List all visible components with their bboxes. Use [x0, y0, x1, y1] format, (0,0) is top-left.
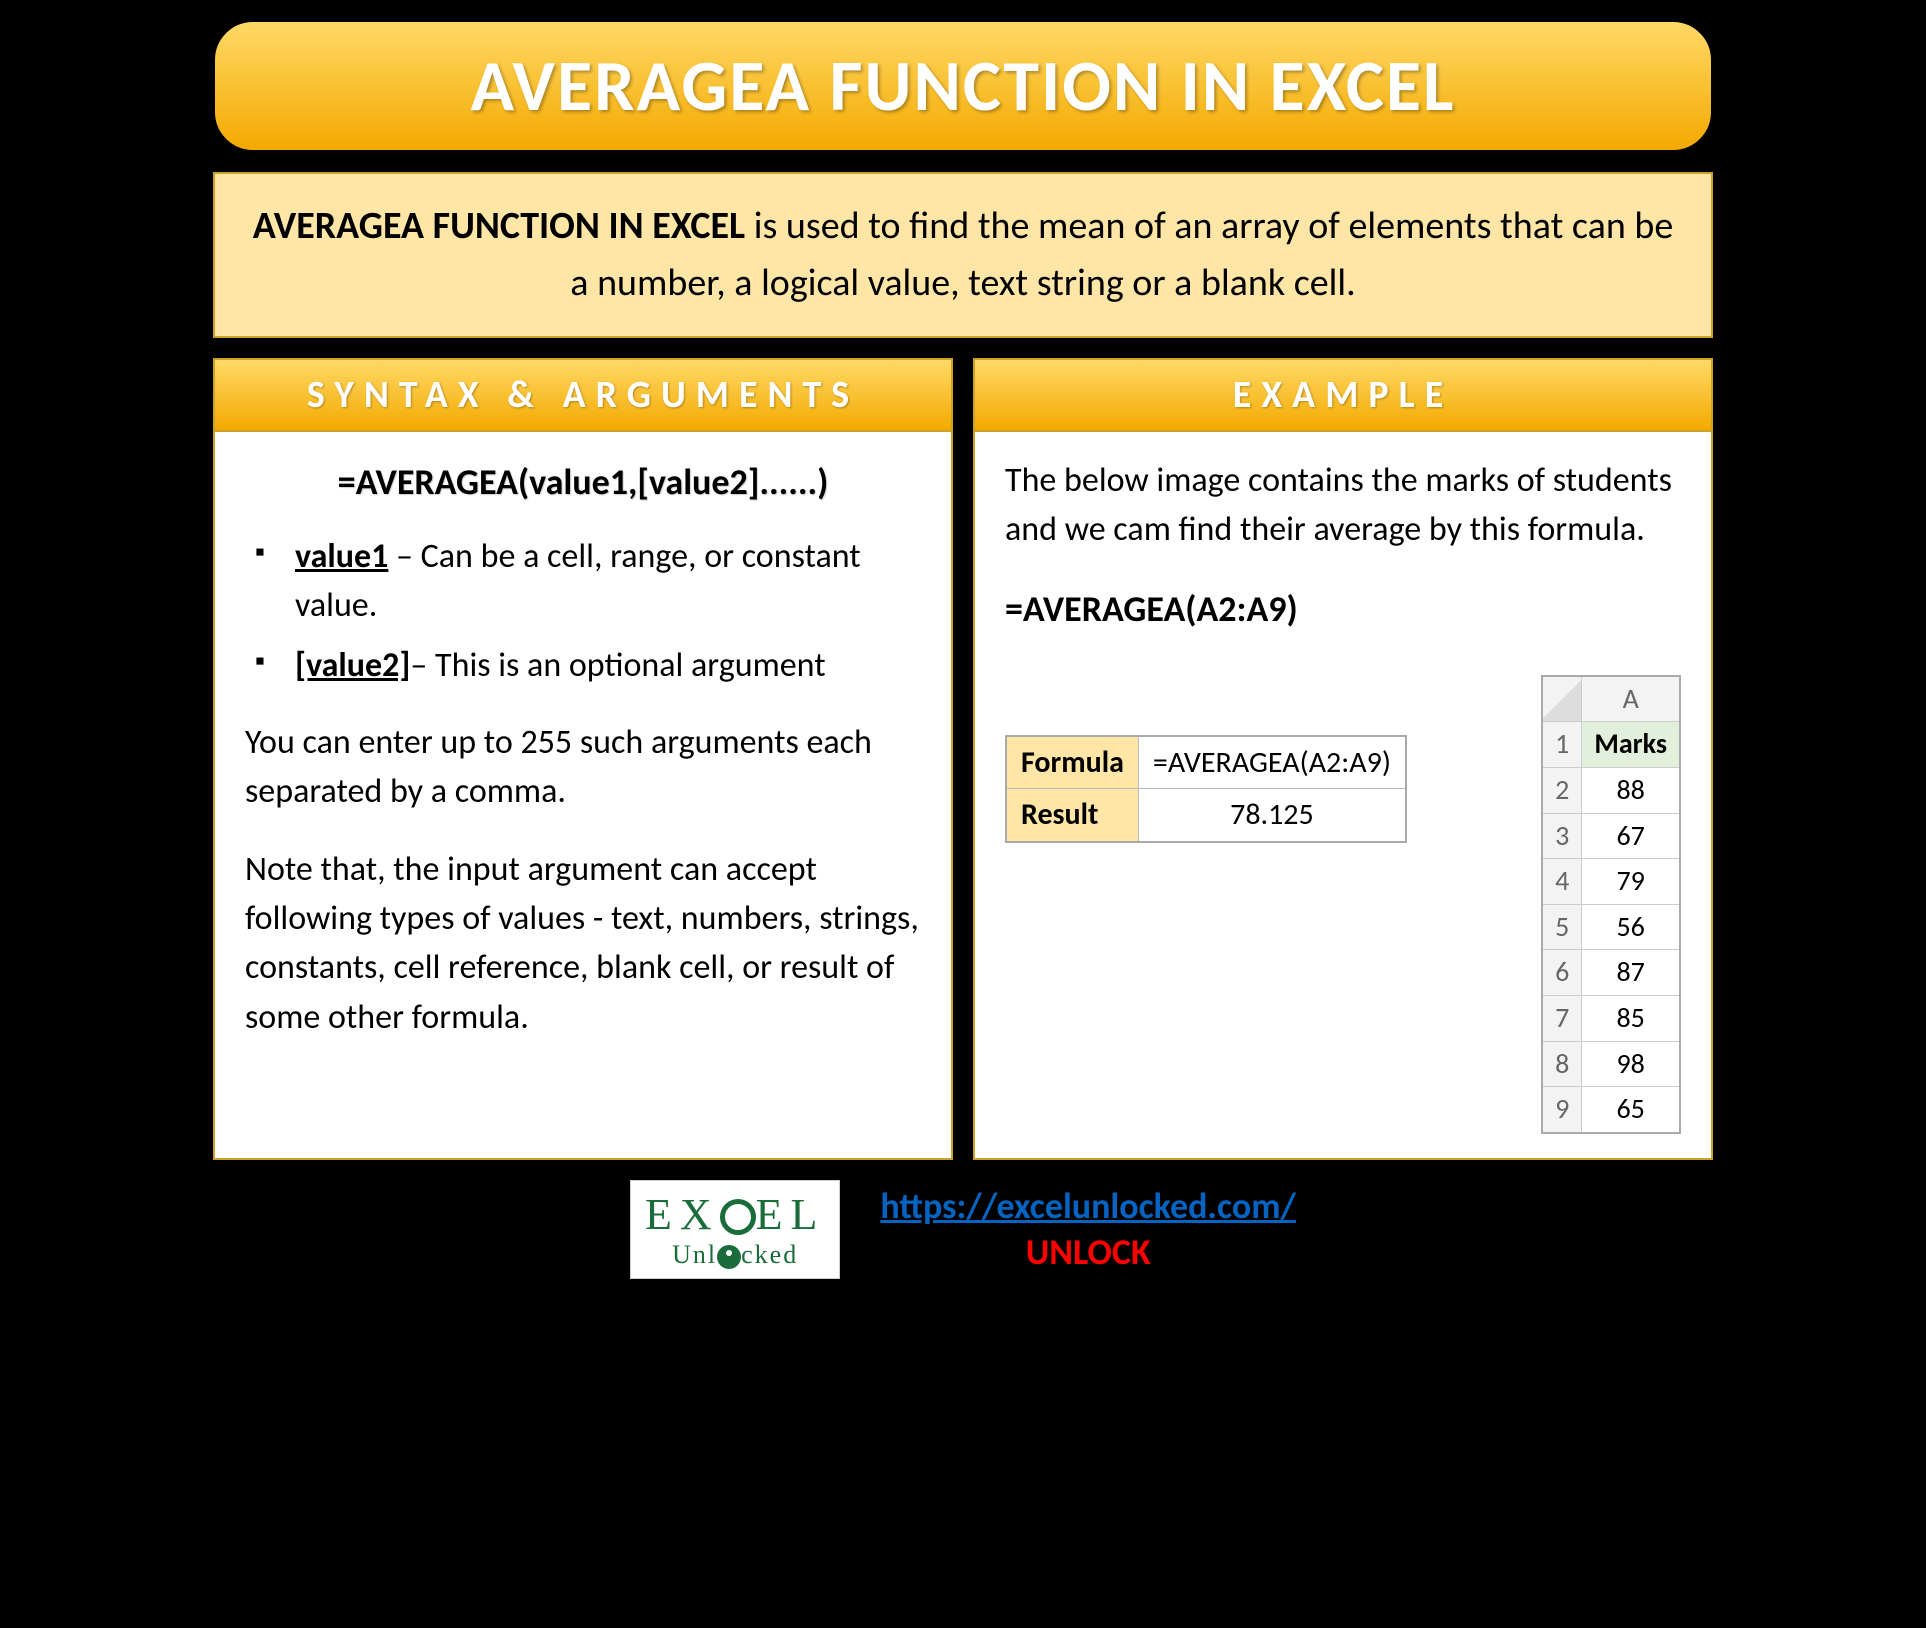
- example-header: EXAMPLE: [975, 360, 1711, 432]
- sheet-row-num: 5: [1542, 904, 1582, 950]
- sheet-cell: 88: [1582, 767, 1680, 813]
- sheet-col-header: A: [1582, 676, 1680, 722]
- description-lead: AVERAGEA FUNCTION IN EXCEL: [253, 203, 745, 249]
- argument-desc: – This is an optional argument: [410, 645, 825, 686]
- logo-text: EX: [645, 1190, 720, 1239]
- logo-bottom: Unlcked: [645, 1240, 825, 1270]
- syntax-column: SYNTAX & ARGUMENTS =AVERAGEA(value1,[val…: [213, 358, 953, 1160]
- result-formula-value: =AVERAGEA(A2:A9): [1138, 736, 1406, 789]
- sheet-row-num: 7: [1542, 995, 1582, 1041]
- sheet-cell: 67: [1582, 813, 1680, 859]
- columns: SYNTAX & ARGUMENTS =AVERAGEA(value1,[val…: [213, 358, 1713, 1160]
- syntax-formula: =AVERAGEA(value1,[value2]......): [245, 456, 921, 508]
- sheet-row-num: 6: [1542, 950, 1582, 996]
- page-title: AVERAGEA FUNCTION IN EXCEL: [255, 42, 1671, 130]
- sheet-row-num: 4: [1542, 859, 1582, 905]
- result-formula-label: Formula: [1006, 736, 1138, 789]
- keyhole-icon: [717, 1245, 741, 1269]
- logo-text: Unl: [672, 1240, 717, 1269]
- syntax-para-1: You can enter up to 255 such arguments e…: [245, 718, 921, 817]
- sheet-row-num: 8: [1542, 1041, 1582, 1087]
- example-body: The below image contains the marks of st…: [975, 432, 1711, 1158]
- footer: EX EL Unlcked https://excelunlocked.com/ …: [213, 1180, 1713, 1279]
- description-box: AVERAGEA FUNCTION IN EXCEL is used to fi…: [213, 172, 1713, 338]
- example-tables: Formula =AVERAGEA(A2:A9) Result 78.125: [1005, 675, 1681, 1134]
- argument-item: [value2]– This is an optional argument: [255, 641, 921, 690]
- sheet-cell: 56: [1582, 904, 1680, 950]
- sheet-data-header: Marks: [1582, 722, 1680, 768]
- sheet-corner: [1542, 676, 1582, 722]
- ring-icon: [720, 1199, 756, 1235]
- title-bar: AVERAGEA FUNCTION IN EXCEL: [213, 20, 1713, 152]
- argument-item: value1 – Can be a cell, range, or consta…: [255, 532, 921, 631]
- logo-top: EX EL: [645, 1189, 825, 1240]
- argument-name: value1: [295, 536, 388, 577]
- sheet-cell: 98: [1582, 1041, 1680, 1087]
- argument-list: value1 – Can be a cell, range, or consta…: [255, 532, 921, 690]
- sheet-cell: 79: [1582, 859, 1680, 905]
- example-formula: =AVERAGEA(A2:A9): [1005, 583, 1681, 635]
- sheet-cell: 85: [1582, 995, 1680, 1041]
- unlock-text: UNLOCK: [880, 1230, 1296, 1274]
- syntax-body: =AVERAGEA(value1,[value2]......) value1 …: [215, 432, 951, 1158]
- excel-unlocked-logo: EX EL Unlcked: [630, 1180, 840, 1279]
- result-table: Formula =AVERAGEA(A2:A9) Result 78.125: [1005, 735, 1407, 843]
- syntax-para-2: Note that, the input argument can accept…: [245, 845, 921, 1042]
- data-sheet: A 1Marks 288 367 479 556 687 785 898 965: [1541, 675, 1681, 1134]
- sheet-row-num: 2: [1542, 767, 1582, 813]
- infographic-page: AVERAGEA FUNCTION IN EXCEL AVERAGEA FUNC…: [213, 20, 1713, 1279]
- website-link[interactable]: https://excelunlocked.com/: [880, 1184, 1296, 1228]
- example-column: EXAMPLE The below image contains the mar…: [973, 358, 1713, 1160]
- sheet-row-num: 9: [1542, 1087, 1582, 1133]
- result-table-wrap: Formula =AVERAGEA(A2:A9) Result 78.125: [1005, 735, 1521, 843]
- sheet-row-num: 3: [1542, 813, 1582, 859]
- argument-name: [value2]: [295, 645, 410, 686]
- result-result-label: Result: [1006, 789, 1138, 842]
- syntax-header: SYNTAX & ARGUMENTS: [215, 360, 951, 432]
- sheet-row-num: 1: [1542, 722, 1582, 768]
- sheet-cell: 65: [1582, 1087, 1680, 1133]
- logo-text: EL: [756, 1190, 826, 1239]
- example-intro: The below image contains the marks of st…: [1005, 456, 1681, 555]
- footer-links: https://excelunlocked.com/ UNLOCK: [880, 1184, 1296, 1274]
- result-result-value: 78.125: [1138, 789, 1406, 842]
- sheet-cell: 87: [1582, 950, 1680, 996]
- logo-text: cked: [741, 1240, 798, 1269]
